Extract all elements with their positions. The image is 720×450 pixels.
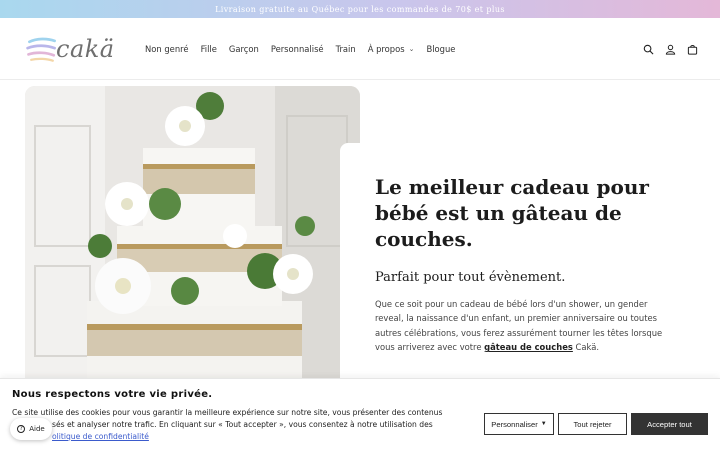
logo-text: cakä <box>56 35 115 63</box>
header-icons <box>642 18 698 80</box>
personalize-button[interactable]: Personnaliser ▼ <box>484 413 554 435</box>
logo-swirl-icon <box>26 37 56 62</box>
main-nav: Non genré Fille Garçon Personnalisé Trai… <box>139 18 461 80</box>
help-label: Aide <box>29 425 45 433</box>
nav-item-a-propos[interactable]: À propos ⌄ <box>368 44 415 54</box>
announcement-text: Livraison gratuite au Québec pour les co… <box>215 4 505 14</box>
nav-item-personnalise[interactable]: Personnalisé <box>271 44 324 54</box>
nav-item-garcon[interactable]: Garçon <box>229 44 259 54</box>
personalize-label: Personnaliser <box>491 419 538 429</box>
cookie-text: Ce site utilise des cookies pour vous ga… <box>12 407 452 443</box>
site-header: cakä Non genré Fille Garçon Personnalisé… <box>0 18 720 80</box>
nav-item-train[interactable]: Train <box>336 44 356 54</box>
account-icon[interactable] <box>664 43 676 55</box>
hero-paragraph: Que ce soit pour un cadeau de bébé lors … <box>375 297 667 355</box>
gateau-de-couches-link[interactable]: gâteau de couches <box>484 342 573 352</box>
content-card-corner <box>340 143 364 383</box>
caret-down-icon: ▼ <box>540 421 547 427</box>
nav-item-non-genre[interactable]: Non genré <box>145 44 189 54</box>
logo[interactable]: cakä <box>24 30 128 68</box>
nav-item-a-propos-label: À propos <box>367 44 405 54</box>
help-button[interactable]: ? Aide <box>10 418 52 440</box>
hero-title: Le meilleur cadeau pour bébé est un gâte… <box>375 175 649 251</box>
cookie-text-line2: sés et analyser notre trafic. En cliquan… <box>52 420 433 429</box>
search-icon[interactable] <box>642 43 654 55</box>
cookie-text-line1: Ce site utilise des cookies pour vous ga… <box>12 408 443 417</box>
cart-icon[interactable] <box>686 43 698 55</box>
chevron-down-icon: ⌄ <box>408 45 415 53</box>
reject-all-button[interactable]: Tout rejeter <box>558 413 627 435</box>
nav-item-blogue[interactable]: Blogue <box>426 44 455 54</box>
cookie-title: Nous respectons votre vie privée. <box>12 389 213 400</box>
cookie-banner: Nous respectons votre vie privée. Ce sit… <box>0 378 720 450</box>
accept-all-button[interactable]: Accepter tout <box>631 413 708 435</box>
hero-paragraph-end: Cakä. <box>572 342 600 353</box>
nav-item-fille[interactable]: Fille <box>201 44 217 54</box>
help-icon: ? <box>17 425 26 433</box>
hero-subtitle: Parfait pour tout évènement. <box>375 270 566 285</box>
announcement-bar: Livraison gratuite au Québec pour les co… <box>0 0 720 18</box>
diaper-cake-image <box>25 86 360 378</box>
hero-image <box>25 86 360 378</box>
